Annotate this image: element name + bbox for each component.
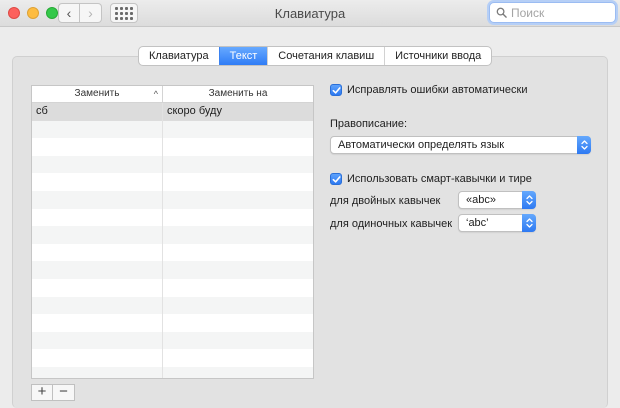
empty-cell — [32, 331, 163, 350]
remove-replacement-button[interactable]: − — [53, 384, 75, 401]
spelling-popup[interactable]: Автоматически определять язык — [330, 136, 591, 154]
empty-cell — [163, 314, 313, 332]
smart-quotes-label: Использовать смарт-кавычки и тире — [347, 173, 532, 185]
empty-cell — [163, 173, 313, 191]
checkmark-icon — [332, 175, 341, 183]
empty-cell — [163, 367, 313, 378]
search-field[interactable] — [489, 2, 616, 23]
empty-cell — [163, 121, 313, 139]
empty-cell — [163, 156, 313, 174]
tab-input-sources[interactable]: Источники ввода — [384, 47, 491, 65]
double-quotes-popup[interactable]: «abc» — [458, 191, 536, 209]
empty-cell — [32, 366, 163, 378]
add-replacement-button[interactable]: + — [31, 384, 53, 401]
empty-cell — [32, 208, 163, 227]
double-quotes-value: «abc» — [466, 194, 496, 206]
empty-table-row — [32, 190, 313, 209]
title-bar: ‹ › Клавиатура — [0, 0, 620, 27]
tab-bar: Клавиатура Текст Сочетания клавиш Источн… — [138, 46, 493, 66]
updown-arrows-icon — [522, 214, 536, 232]
table-buttons: + − — [31, 384, 75, 401]
empty-table-row — [32, 155, 313, 174]
empty-cell — [163, 297, 313, 315]
double-quotes-label: для двойных кавычек — [330, 195, 441, 207]
single-quotes-value: ‘abc’ — [466, 217, 489, 229]
empty-table-row — [32, 120, 313, 139]
empty-cell — [32, 261, 163, 279]
replace-cell[interactable]: сб — [32, 103, 163, 121]
empty-cell — [163, 349, 313, 367]
table-body: сб скоро буду — [32, 103, 313, 378]
empty-table-row — [32, 278, 313, 297]
empty-cell — [163, 279, 313, 297]
empty-table-row — [32, 208, 313, 227]
empty-cell — [163, 226, 313, 244]
empty-table-row — [32, 296, 313, 315]
empty-cell — [163, 332, 313, 350]
table-header: Заменить ^ Заменить на — [32, 86, 313, 103]
empty-table-row — [32, 226, 313, 244]
empty-cell — [32, 226, 163, 244]
single-quotes-popup[interactable]: ‘abc’ — [458, 214, 536, 232]
sort-ascending-icon: ^ — [153, 89, 158, 99]
empty-cell — [163, 209, 313, 227]
empty-cell — [163, 138, 313, 156]
checkmark-icon — [332, 86, 341, 94]
single-quotes-label: для одиночных кавычек — [330, 218, 453, 230]
empty-table-row — [32, 331, 313, 350]
tab-shortcuts[interactable]: Сочетания клавиш — [267, 47, 384, 65]
search-icon — [496, 7, 507, 18]
empty-cell — [32, 155, 163, 174]
empty-table-row — [32, 261, 313, 279]
empty-cell — [163, 261, 313, 279]
empty-cell — [163, 244, 313, 262]
tab-keyboard[interactable]: Клавиатура — [139, 47, 219, 65]
autocorrect-label: Исправлять ошибки автоматически — [347, 84, 528, 96]
column-header-replace[interactable]: Заменить ^ — [32, 86, 163, 102]
empty-cell — [32, 314, 163, 332]
spelling-value: Автоматически определять язык — [338, 139, 505, 151]
spelling-label: Правописание: — [330, 118, 408, 130]
search-input[interactable] — [511, 5, 611, 20]
empty-cell — [32, 296, 163, 315]
column-header-replace-with[interactable]: Заменить на — [163, 86, 313, 102]
empty-cell — [163, 191, 313, 209]
empty-cell — [32, 173, 163, 191]
replace-with-cell[interactable]: скоро буду — [163, 103, 313, 121]
empty-table-row — [32, 366, 313, 378]
table-row[interactable]: сб скоро буду — [32, 103, 313, 121]
autocorrect-checkbox[interactable]: Исправлять ошибки автоматически — [330, 84, 527, 96]
empty-table-row — [32, 349, 313, 367]
empty-cell — [32, 138, 163, 156]
empty-cell — [32, 243, 163, 262]
checkbox-checked[interactable] — [330, 84, 342, 96]
tab-text[interactable]: Текст — [218, 47, 268, 65]
updown-arrows-icon — [522, 191, 536, 209]
updown-arrows-icon — [577, 136, 591, 154]
empty-table-row — [32, 243, 313, 262]
smart-quotes-checkbox[interactable]: Использовать смарт-кавычки и тире — [330, 173, 532, 185]
empty-cell — [32, 349, 163, 367]
text-replacements-table: Заменить ^ Заменить на сб скоро буду — [31, 85, 314, 379]
empty-cell — [32, 120, 163, 139]
empty-table-row — [32, 138, 313, 156]
empty-cell — [32, 278, 163, 297]
empty-cell — [32, 190, 163, 209]
checkbox-checked[interactable] — [330, 173, 342, 185]
empty-table-row — [32, 173, 313, 191]
empty-table-row — [32, 314, 313, 332]
